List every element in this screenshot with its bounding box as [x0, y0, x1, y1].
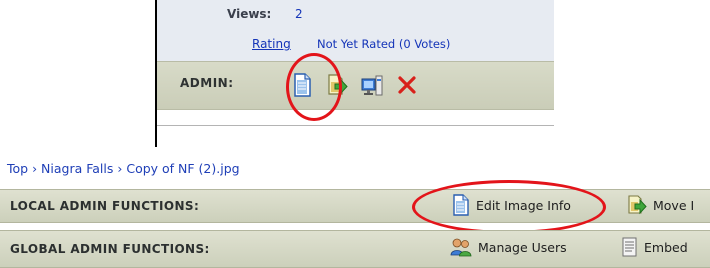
manage-users-button[interactable]: Manage Users — [450, 237, 567, 257]
rating-link[interactable]: Rating — [252, 37, 291, 51]
highlight-circle-annotation — [286, 53, 342, 121]
global-admin-bar: GLOBAL ADMIN FUNCTIONS: Manage Users Emb… — [0, 230, 710, 268]
highlight-ellipse-annotation — [412, 180, 606, 234]
views-value: 2 — [295, 7, 303, 21]
admin-label: ADMIN: — [180, 76, 234, 90]
move-icon — [627, 194, 647, 216]
image-info-area: Views: 2 Rating Not Yet Rated (0 Votes) — [157, 0, 554, 61]
delete-icon[interactable] — [396, 73, 418, 97]
embed-button[interactable]: Embed — [622, 237, 688, 257]
global-admin-label: GLOBAL ADMIN FUNCTIONS: — [10, 242, 210, 256]
embed-label: Embed — [644, 239, 688, 255]
section-rule — [157, 125, 554, 126]
views-label: Views: — [227, 7, 272, 21]
admin-functions-panel: Top › Niagra Falls › Copy of NF (2).jpg … — [0, 163, 710, 268]
breadcrumb[interactable]: Top › Niagra Falls › Copy of NF (2).jpg — [7, 163, 240, 176]
local-admin-label: LOCAL ADMIN FUNCTIONS: — [10, 199, 200, 213]
manage-users-label: Manage Users — [478, 239, 567, 255]
image-details-panel: Views: 2 Rating Not Yet Rated (0 Votes) … — [0, 0, 710, 150]
move-image-label: Move I — [653, 197, 695, 213]
admin-toolbar: ADMIN: — [157, 61, 554, 110]
users-icon — [450, 237, 472, 257]
embed-icon — [622, 237, 638, 257]
breadcrumb-bar: Top › Niagra Falls › Copy of NF (2).jpg — [0, 163, 710, 183]
move-image-button[interactable]: Move I — [627, 194, 694, 216]
properties-icon[interactable] — [361, 73, 383, 97]
rating-value: Not Yet Rated (0 Votes) — [317, 37, 451, 51]
local-admin-bar: LOCAL ADMIN FUNCTIONS: Edit Image Info M… — [0, 180, 710, 234]
